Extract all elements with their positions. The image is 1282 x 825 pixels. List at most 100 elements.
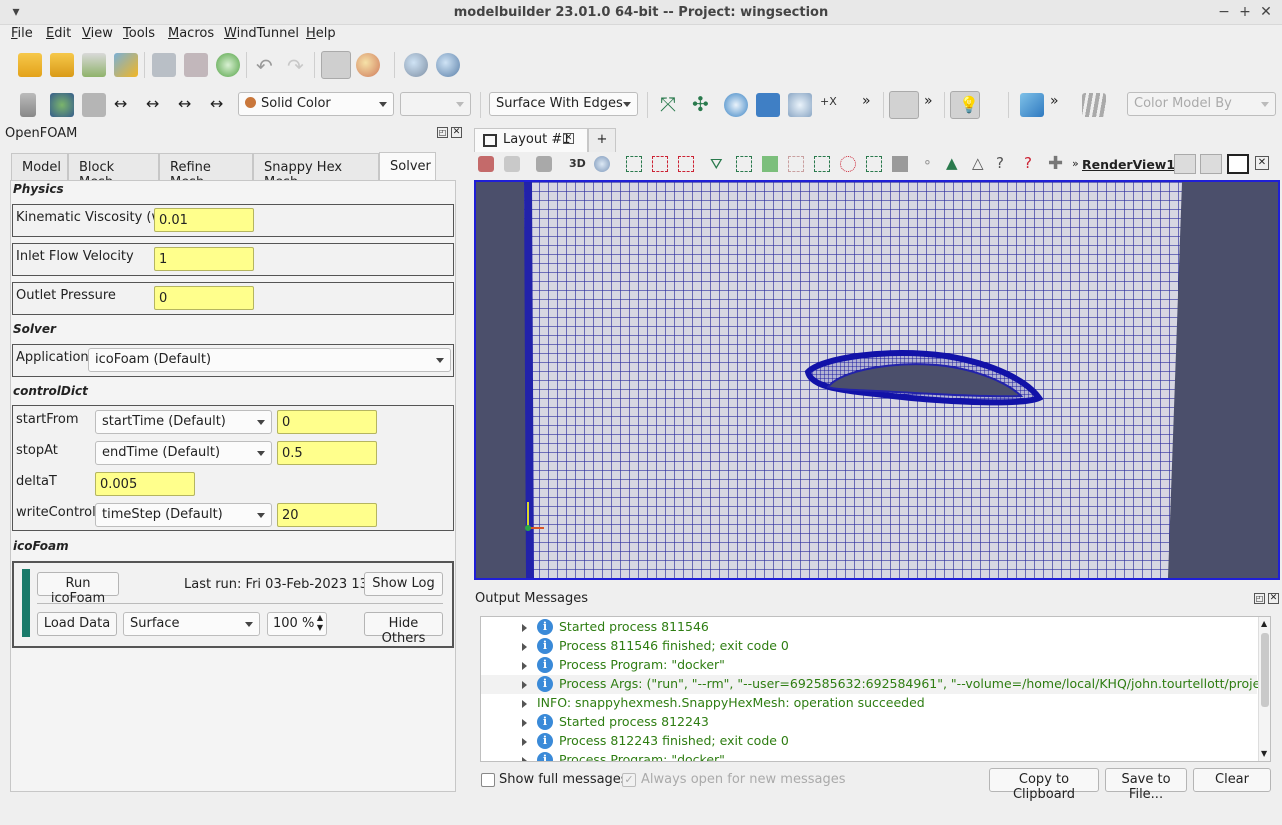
rescale-temporal-icon[interactable]: ↔ [178,94,191,113]
application-select[interactable]: icoFoam (Default) [88,348,451,372]
startfrom-select[interactable]: startTime (Default) [95,410,272,434]
representation-select[interactable]: Surface With Edges [489,92,638,116]
message-row[interactable]: i Process 811546 finished; exit code 0 [481,637,1257,656]
add-layout-tab[interactable]: + [588,128,616,152]
undo-icon[interactable]: ↶ [256,54,273,78]
set-view-direction-icon[interactable]: +X [820,95,837,108]
opacity-spinbox[interactable]: 100 % ▲ ▼ [267,612,327,636]
expand-icon[interactable] [522,757,527,761]
contour-icon[interactable] [50,93,74,117]
close-view-icon[interactable]: ✕ [1255,156,1269,170]
pick-center-icon[interactable] [756,93,780,117]
close-panel-icon[interactable]: ✕ [451,127,462,138]
expand-icon[interactable] [522,681,527,689]
export-icon[interactable] [114,53,138,77]
float-panel-icon[interactable]: ◰ [437,127,448,138]
message-row[interactable]: i Process 812243 finished; exit code 0 [481,732,1257,751]
open-icon[interactable] [18,53,42,77]
scrollbar-thumb[interactable] [1261,633,1269,707]
save-to-file-button[interactable]: Save to File... [1105,768,1187,802]
zoom-selection-icon[interactable] [788,93,812,117]
tab-model[interactable]: Model [11,153,68,180]
rescale-custom-icon[interactable]: ↔ [146,94,159,113]
menu-windtunnel[interactable]: WindTunnel [224,26,299,41]
tab-block-mesh[interactable]: Block Mesh [68,153,159,190]
tab-snappy-hex-mesh[interactable]: Snappy Hex Mesh [253,153,379,190]
load-state-icon[interactable] [184,53,208,77]
camera-icon[interactable] [536,156,552,172]
reset-camera-icon[interactable]: ⤧ [660,92,676,116]
message-row[interactable]: i Process Args: ("run", "--rm", "--user=6… [481,675,1270,694]
hover-points-icon[interactable]: ? [996,154,1004,172]
select-points-on-icon[interactable]: ▲ [946,154,958,172]
writecontrol-input[interactable]: 20 [277,503,377,527]
tab-layout-1[interactable]: Layout #1 ✕ [474,128,588,152]
expand-icon[interactable] [522,738,527,746]
inlet-velocity-input[interactable]: 1 [154,247,254,271]
hide-others-button[interactable]: Hide Others [364,612,443,646]
zoom-to-data-icon[interactable] [436,53,460,77]
load-data-button[interactable]: Load Data [37,612,117,636]
redo-icon[interactable]: ↷ [287,54,304,78]
stopat-select[interactable]: endTime (Default) [95,441,272,465]
show-log-button[interactable]: Show Log [364,572,443,596]
deltat-input[interactable]: 0.005 [95,472,195,496]
select-block-icon[interactable] [678,156,694,172]
add-selection-icon[interactable]: ✚ [1048,153,1063,174]
mesh-icon[interactable] [1020,93,1044,117]
more-camera-icon[interactable]: » [862,93,871,109]
rescale-icon[interactable]: ↔ [114,94,127,113]
kinematic-viscosity-input[interactable]: 0.01 [154,208,254,232]
split-horizontal-icon[interactable] [1174,154,1196,174]
writecontrol-select[interactable]: timeStep (Default) [95,503,272,527]
close-layout-icon[interactable]: ✕ [563,133,574,144]
menu-edit[interactable]: Edit [46,26,71,41]
window-menu-icon[interactable]: ▾ [8,4,24,20]
startfrom-input[interactable]: 0 [277,410,377,434]
rescale-visible-icon[interactable]: ↔ [210,94,223,113]
scroll-up-icon[interactable]: ▲ [1261,619,1267,628]
open-folder-icon[interactable] [50,53,74,77]
palette-icon[interactable] [356,53,380,77]
menu-macros[interactable]: Macros [168,26,214,41]
message-row[interactable]: i Process Program: "docker" [481,751,1257,761]
stopat-input[interactable]: 0.5 [277,441,377,465]
menu-help[interactable]: Help [306,26,336,41]
spin-arrows-icon[interactable]: ▲ ▼ [317,613,323,633]
maximize-icon[interactable]: + [1237,4,1253,20]
selection-visible-icon[interactable]: ⚬ [922,156,933,171]
more-model-icon[interactable]: » [1050,93,1059,109]
outlet-pressure-input[interactable]: 0 [154,286,254,310]
select-cells-on-icon[interactable]: △ [972,154,984,172]
capture-icon[interactable] [504,156,520,172]
message-row[interactable]: i Started process 811546 [481,618,1257,637]
import-icon[interactable] [82,53,106,77]
select-polygon-icon[interactable] [736,156,752,172]
zoom-view-icon[interactable] [594,156,610,172]
toggle-3d-button[interactable]: 3D [569,157,586,170]
message-scrollbar[interactable]: ▲ ▼ [1258,617,1270,761]
close-output-icon[interactable]: ✕ [1268,593,1279,604]
render-view[interactable] [474,180,1280,580]
shrink-selection-icon[interactable] [840,156,856,172]
close-window-icon[interactable]: ✕ [1258,4,1274,20]
message-row[interactable]: i Process Program: "docker" [481,656,1257,675]
clip-icon[interactable] [82,93,106,117]
reset-session-view-icon[interactable] [478,156,494,172]
minimize-icon[interactable]: − [1216,4,1232,20]
light-kit-icon[interactable]: 💡 [950,91,980,119]
menu-view[interactable]: View [82,26,113,41]
split-vertical-icon[interactable] [1200,154,1222,174]
maximize-view-icon[interactable] [1227,154,1249,174]
expand-icon[interactable] [522,662,527,670]
menu-file[interactable]: File [11,26,33,41]
more-view-icon[interactable]: » [1072,157,1079,170]
more-axes-icon[interactable]: » [924,93,933,109]
scroll-down-icon[interactable]: ▼ [1261,749,1267,758]
load-representation-select[interactable]: Surface [123,612,260,636]
interaction-mode-icon[interactable] [321,51,351,79]
expand-icon[interactable] [522,624,527,632]
save-state-icon[interactable] [152,53,176,77]
clear-selection-icon[interactable] [892,156,908,172]
clear-button[interactable]: Clear [1193,768,1271,792]
